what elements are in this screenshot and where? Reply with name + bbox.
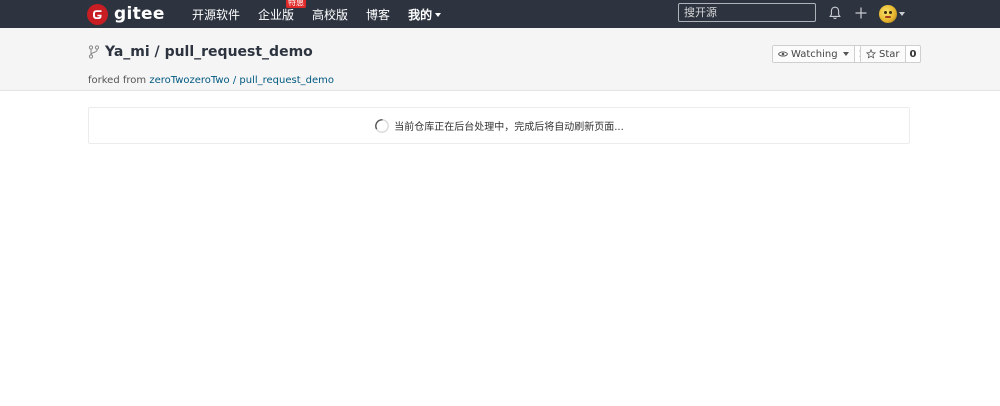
search-input[interactable] [678, 3, 816, 22]
repo-title-separator: / [149, 44, 165, 60]
eye-icon [778, 51, 788, 57]
avatar [879, 4, 897, 23]
fork-icon [88, 45, 100, 59]
nav-open-source[interactable]: 开源软件 [192, 6, 240, 23]
repo-owner-link[interactable]: Ya_mi [105, 44, 150, 60]
nav-mine-label: 我的 [408, 7, 433, 22]
promo-badge: 特惠 [286, 0, 307, 8]
nav-enterprise-label: 企业版 [258, 7, 295, 22]
watch-button-group: Watching 1 [772, 45, 871, 63]
processing-status-box: 当前仓库正在后台处理中，完成后将自动刷新页面... [88, 107, 910, 144]
user-menu[interactable] [879, 4, 905, 23]
bell-icon[interactable] [827, 5, 843, 21]
nav-blog[interactable]: 博客 [366, 6, 390, 23]
forked-separator: / [229, 75, 240, 86]
gitee-logo-icon [87, 3, 108, 25]
star-icon [866, 49, 876, 59]
chevron-down-icon [899, 11, 905, 16]
nav-education[interactable]: 高校版 [312, 6, 348, 23]
star-button-group: Star 0 [860, 45, 922, 63]
watch-label: Watching [791, 48, 838, 60]
chevron-down-icon [842, 52, 849, 56]
forked-prefix: forked from [88, 75, 150, 86]
watch-button[interactable]: Watching [773, 46, 854, 62]
plus-icon[interactable] [853, 5, 869, 21]
repo-header: Ya_mi / pull_request_demo forked from ze… [0, 28, 1000, 91]
forked-from-line: forked from zeroTwozeroTwo / pull_reques… [88, 75, 334, 86]
star-button[interactable]: Star [861, 46, 905, 62]
chevron-down-icon [435, 13, 442, 17]
main-nav: 开源软件 企业版 特惠 高校版 博客 我的 [192, 0, 459, 28]
brand-name: gitee [114, 4, 165, 24]
repo-name-link[interactable]: pull_request_demo [165, 44, 313, 60]
star-count[interactable]: 0 [904, 46, 921, 62]
loading-spinner-icon [375, 118, 390, 133]
nav-enterprise[interactable]: 企业版 特惠 [258, 0, 307, 23]
forked-repo-link[interactable]: pull_request_demo [239, 75, 334, 86]
top-navbar: gitee 开源软件 企业版 特惠 高校版 博客 我的 [0, 0, 1000, 28]
forked-owner-link[interactable]: zeroTwozeroTwo [149, 75, 229, 86]
processing-message: 当前仓库正在后台处理中，完成后将自动刷新页面... [394, 122, 624, 133]
star-label: Star [879, 48, 900, 60]
brand-logo-link[interactable]: gitee [87, 3, 165, 25]
repo-title: Ya_mi / pull_request_demo [105, 44, 313, 60]
nav-mine[interactable]: 我的 [408, 6, 442, 23]
